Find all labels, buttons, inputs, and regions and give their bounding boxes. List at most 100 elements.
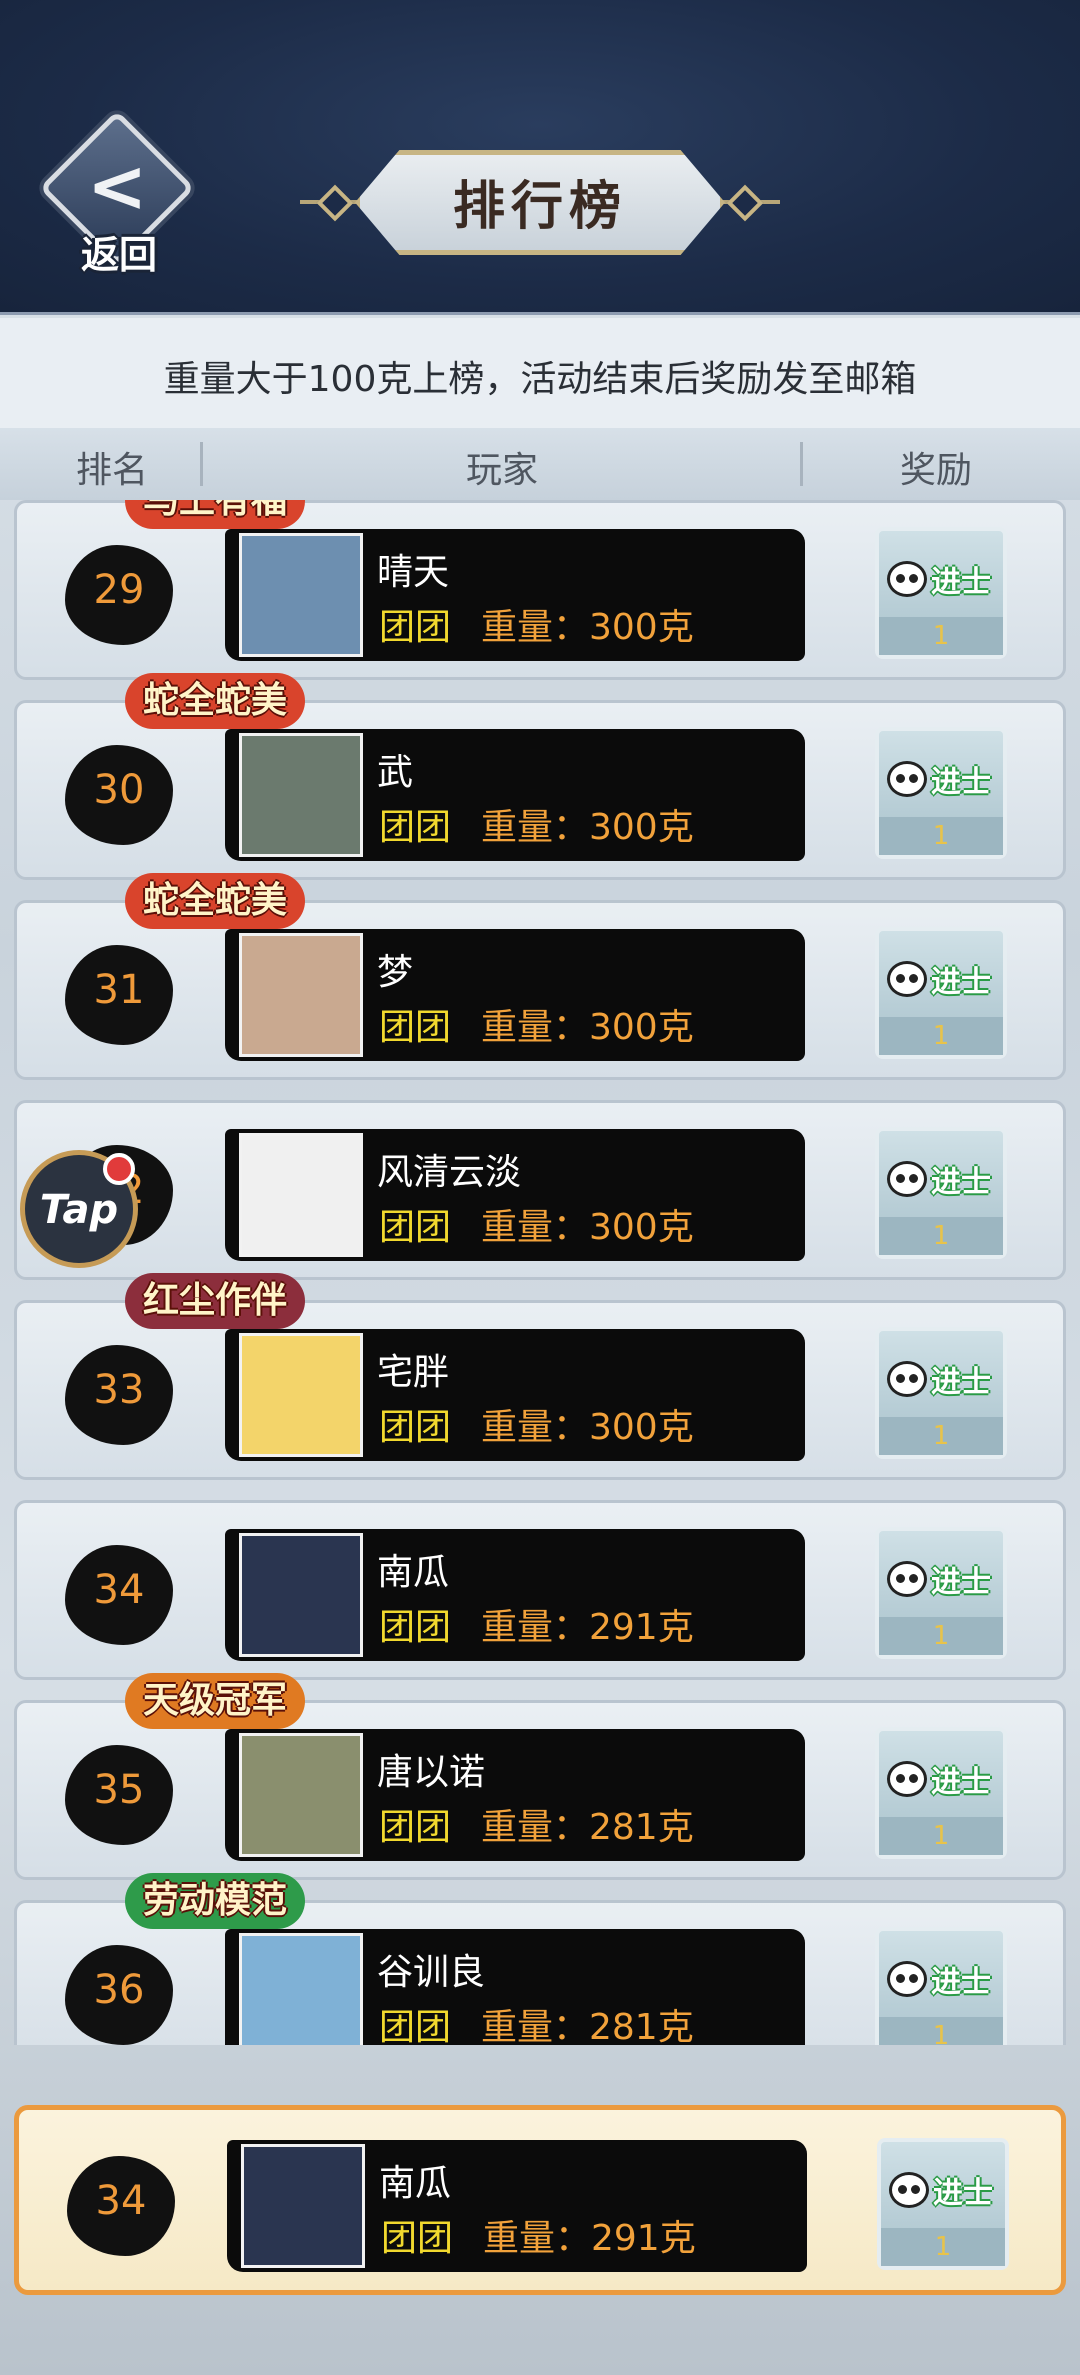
player-weight: 重量：300克 [481,807,694,848]
avatar-image [242,936,360,1054]
panda-icon [887,561,927,597]
reward-item[interactable]: 进士 1 [875,1527,1007,1659]
reward-item[interactable]: 进士 1 [875,1727,1007,1859]
rank-number: 36 [93,1967,145,2013]
reward-count: 1 [932,1821,950,1851]
reward-item[interactable]: 进士 1 [875,527,1007,659]
player-title-badge: 红尘作伴 [125,1273,306,1329]
reward-count: 1 [932,1021,950,1051]
reward-title: 进士 [931,1365,991,1400]
my-avatar[interactable] [241,2144,365,2268]
player-avatar[interactable] [239,1533,363,1657]
player-weight: 重量：291克 [481,1607,694,1648]
player-title-badge: 天级冠军 [125,1673,306,1729]
avatar-image [242,1136,360,1254]
player-title-badge: 蛇全蛇美 [125,873,306,929]
player-avatar[interactable] [239,1733,363,1857]
player-avatar[interactable] [239,533,363,657]
column-divider [200,442,203,486]
player-title-badge: 马上有福 [125,500,306,529]
column-rank: 排名 [76,450,149,491]
rank-number: 30 [93,767,145,813]
my-reward-item[interactable]: 进士 1 [877,2138,1009,2270]
guild-name: 团团 [379,807,452,848]
ranking-row[interactable]: 36 谷训良 团团 重量：281克 进士 1 劳动模范 [14,1873,1066,2045]
player-name: 唐以诺 [377,1752,486,1793]
avatar-image [242,1536,360,1654]
guild-name: 团团 [379,607,452,648]
reward-title: 进士 [931,565,991,600]
player-avatar[interactable] [239,1333,363,1457]
rank-number: 34 [93,1567,145,1613]
player-title-badge: 蛇全蛇美 [125,673,306,729]
panda-icon [887,1161,927,1197]
ranking-row[interactable]: 30 武 团团 重量：300克 进士 1 蛇全蛇美 [14,673,1066,880]
reward-item[interactable]: 进士 1 [875,1327,1007,1459]
player-avatar[interactable] [239,1933,363,2045]
reward-title: 进士 [931,1565,991,1600]
reward-count: 1 [932,1621,950,1651]
my-rank-row[interactable]: 34 南瓜 团团 重量：291克 进士 1 [14,2105,1066,2295]
my-player-name: 南瓜 [379,2163,452,2204]
reward-item[interactable]: 进士 1 [875,727,1007,859]
title-diamond-left-icon [316,184,354,222]
player-avatar[interactable] [239,733,363,857]
title-diamond-right-icon [726,184,764,222]
player-weight: 重量：281克 [481,1807,694,1848]
rank-number: 35 [93,1767,145,1813]
notice-text: 重量大于100克上榜，活动结束后奖励发至邮箱 [163,359,917,400]
panda-icon [887,1961,927,1997]
ranking-row[interactable]: 31 梦 团团 重量：300克 进士 1 蛇全蛇美 [14,873,1066,1080]
ranking-list[interactable]: 29 晴天 团团 重量：300克 进士 1 马上有福 30 武 团团 重量：30… [0,500,1080,2045]
column-reward: 奖励 [900,450,973,491]
tap-label: Tap [39,1187,119,1233]
panda-icon [887,761,927,797]
panda-icon [889,2172,929,2208]
player-weight: 重量：281克 [481,2007,694,2045]
reward-count: 1 [932,1221,950,1251]
avatar-image [242,1936,360,2045]
guild-name: 团团 [379,1807,452,1848]
player-name: 武 [377,752,414,793]
column-divider [800,442,803,486]
ranking-row[interactable]: 32 风清云淡 团团 重量：300克 进士 1 [14,1100,1066,1280]
back-button[interactable]: < 返回 [39,110,195,278]
column-player: 玩家 [466,450,539,491]
header-bar: < 返回 排行榜 [0,0,1080,315]
player-name: 梦 [377,952,414,993]
back-label: 返回 [80,233,157,277]
reward-item[interactable]: 进士 1 [875,927,1007,1059]
back-arrow-icon: < [87,144,148,228]
guild-name: 团团 [379,1407,452,1448]
ranking-row[interactable]: 33 宅胖 团团 重量：300克 进士 1 红尘作伴 [14,1273,1066,1480]
player-name: 南瓜 [377,1552,450,1593]
player-weight: 重量：300克 [481,607,694,648]
reward-title: 进士 [931,765,991,800]
panda-icon [887,1761,927,1797]
ranking-row[interactable]: 29 晴天 团团 重量：300克 进士 1 马上有福 [14,500,1066,680]
avatar-image [242,1736,360,1854]
player-avatar[interactable] [239,933,363,1057]
player-name: 晴天 [377,552,450,593]
reward-count: 1 [932,821,950,851]
reward-title: 进士 [931,1765,991,1800]
player-avatar[interactable] [239,1133,363,1257]
my-rank-number: 34 [95,2178,147,2224]
notification-dot [103,1153,135,1185]
reward-count: 1 [934,2232,952,2262]
reward-item[interactable]: 进士 1 [875,1927,1007,2045]
my-weight: 重量：291克 [483,2218,696,2259]
column-header: 排名 玩家 奖励 [0,428,1080,500]
reward-item[interactable]: 进士 1 [875,1127,1007,1259]
guild-name: 团团 [379,1607,452,1648]
player-name: 谷训良 [377,1952,486,1993]
rank-number: 29 [93,567,145,613]
player-name: 宅胖 [377,1352,450,1393]
guild-name: 团团 [379,2007,452,2045]
ranking-row[interactable]: 34 南瓜 团团 重量：291克 进士 1 [14,1500,1066,1680]
player-weight: 重量：300克 [481,1407,694,1448]
tap-floating-button[interactable]: Tap [20,1150,138,1268]
rank-number: 33 [93,1367,145,1413]
ranking-row[interactable]: 35 唐以诺 团团 重量：281克 进士 1 天级冠军 [14,1673,1066,1880]
panda-icon [887,1361,927,1397]
